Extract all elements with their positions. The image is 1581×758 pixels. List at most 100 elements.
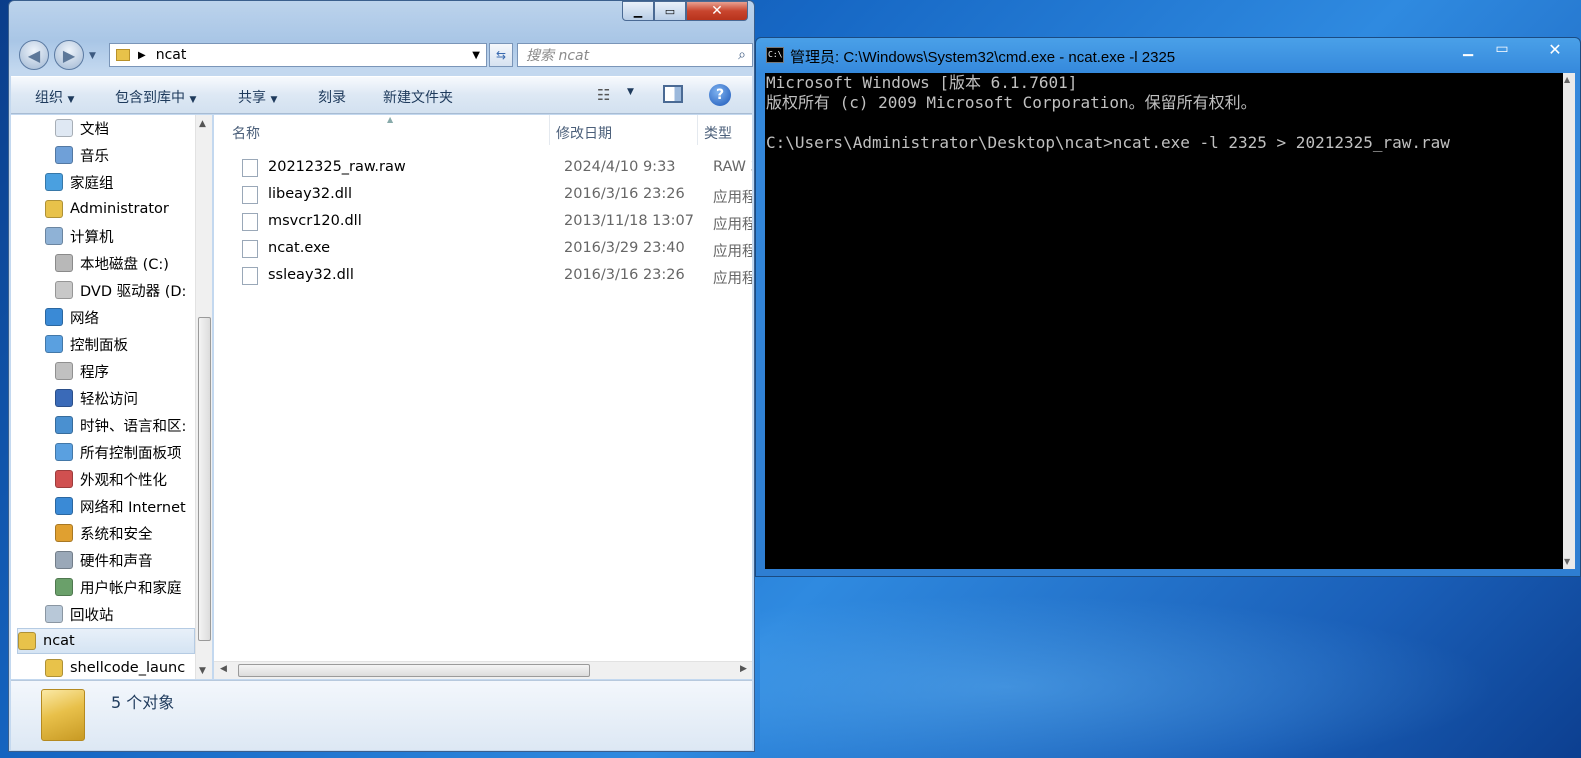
search-input[interactable]: 搜索 ncat ⌕ (517, 43, 753, 67)
include-library-menu[interactable]: 包含到库中 ▼ (115, 87, 196, 107)
nav-item[interactable]: 音乐 (55, 142, 109, 168)
column-header-row (214, 115, 752, 145)
nav-item[interactable]: 家庭组 (45, 169, 114, 195)
nav-item[interactable]: 用户帐户和家庭 (55, 574, 182, 600)
file-icon (242, 159, 258, 177)
file-row[interactable]: msvcr120.dll 2013/11/18 13:07 应用程 (234, 209, 752, 236)
close-button[interactable]: ✕ (686, 1, 748, 21)
nav-item[interactable]: 网络 (45, 304, 99, 330)
nav-item-label: ncat (43, 633, 75, 649)
organize-label: 组织 (35, 90, 63, 106)
file-date: 2016/3/16 23:26 (564, 186, 685, 202)
nav-item-label: 控制面板 (70, 337, 128, 354)
organize-menu[interactable]: 组织 ▼ (35, 87, 74, 107)
computer-icon (45, 227, 63, 245)
users-icon (55, 578, 73, 596)
file-list-hscrollbar[interactable]: ◀ ▶ (214, 661, 752, 679)
clock-icon (55, 416, 73, 434)
dll-file-icon (242, 213, 258, 231)
back-button[interactable]: ◀ (19, 40, 49, 70)
nav-item-label: shellcode_launc (70, 660, 186, 676)
help-icon[interactable]: ? (709, 84, 731, 106)
address-bar[interactable]: ▶ ncat ▼ (109, 43, 487, 67)
file-row[interactable]: ssleay32.dll 2016/3/16 23:26 应用程 (234, 263, 752, 290)
file-row[interactable]: libeay32.dll 2016/3/16 23:26 应用程 (234, 182, 752, 209)
scroll-down-icon[interactable]: ▼ (1564, 557, 1570, 566)
new-folder-button[interactable]: 新建文件夹 (383, 87, 453, 107)
nav-item[interactable]: shellcode_launc (45, 655, 185, 679)
nav-item[interactable]: 所有控制面板项 (55, 439, 182, 465)
column-separator[interactable] (697, 115, 698, 145)
cmd-minimize-button[interactable]: ▁ (1453, 38, 1483, 60)
nav-item[interactable]: 轻松访问 (55, 385, 138, 411)
scroll-up-icon[interactable]: ▲ (1564, 75, 1570, 84)
minimize-button[interactable]: ▁ (622, 1, 654, 21)
programs-icon (55, 362, 73, 380)
details-pane: 5 个对象 (11, 680, 752, 750)
nav-item-label: 网络 (70, 310, 99, 327)
file-row[interactable]: 20212325_raw.raw 2024/4/10 9:33 RAW 3 (234, 155, 752, 182)
desktop-background (760, 580, 1581, 758)
nav-item[interactable]: 计算机 (45, 223, 114, 249)
file-row[interactable]: ncat.exe 2016/3/29 23:40 应用程 (234, 236, 752, 263)
hscrollbar-thumb[interactable] (238, 664, 590, 677)
file-type: 应用程 (713, 271, 752, 287)
music-icon (55, 146, 73, 164)
nav-item[interactable]: 回收站 (45, 601, 114, 627)
nav-item-label: 用户帐户和家庭 (80, 580, 182, 597)
column-modified[interactable]: 修改日期 (556, 123, 612, 143)
nav-item[interactable]: 系统和安全 (55, 520, 153, 546)
console-scrollbar[interactable]: ▲ ▼ (1563, 73, 1575, 569)
network-internet-icon (55, 497, 73, 515)
scroll-down-icon[interactable]: ▼ (199, 666, 206, 676)
nav-item[interactable]: 本地磁盘 (C:) (55, 250, 169, 276)
nav-item[interactable]: 外观和个性化 (55, 466, 167, 492)
nav-item[interactable]: 硬件和声音 (55, 547, 153, 573)
file-date: 2024/4/10 9:33 (564, 159, 676, 175)
cmd-maximize-button[interactable]: ▭ (1487, 38, 1517, 60)
cmd-window: C:\ 管理员: C:\Windows\System32\cmd.exe - n… (755, 37, 1581, 577)
dropdown-arrow-icon: ▼ (67, 95, 75, 105)
share-menu[interactable]: 共享 ▼ (238, 87, 277, 107)
nav-item[interactable]: DVD 驱动器 (D: (55, 277, 186, 303)
forward-button[interactable]: ▶ (54, 40, 84, 70)
back-arrow-icon: ◀ (27, 45, 41, 65)
search-icon: ⌕ (738, 47, 746, 63)
refresh-button[interactable]: ⇆ (489, 43, 513, 67)
view-options-icon[interactable]: ☷ (597, 86, 610, 104)
column-separator[interactable] (549, 115, 550, 145)
file-date: 2013/11/18 13:07 (564, 213, 694, 229)
include-library-label: 包含到库中 (115, 90, 185, 106)
address-dropdown-icon[interactable]: ▼ (472, 50, 480, 61)
scroll-left-icon[interactable]: ◀ (220, 664, 227, 674)
console-output[interactable]: Microsoft Windows [版本 6.1.7601] 版权所有 (c) … (765, 73, 1563, 569)
nav-item-label: 回收站 (70, 607, 114, 624)
nav-item[interactable]: 时钟、语言和区: (55, 412, 186, 438)
column-name[interactable]: 名称 (232, 123, 260, 143)
navigation-scrollbar[interactable]: ▲ ▼ (195, 115, 212, 679)
burn-button[interactable]: 刻录 (318, 87, 346, 107)
nav-item[interactable]: 控制面板 (45, 331, 128, 357)
maximize-button[interactable]: ▭ (654, 1, 686, 21)
nav-item[interactable]: Administrator (45, 196, 169, 222)
nav-item[interactable]: 网络和 Internet (55, 493, 186, 519)
column-type[interactable]: 类型 (704, 123, 732, 143)
control-panel-items-icon (55, 443, 73, 461)
nav-item[interactable]: 程序 (55, 358, 109, 384)
file-type: 应用程 (713, 190, 752, 206)
preview-pane-icon[interactable] (663, 85, 683, 103)
scrollbar-thumb[interactable] (198, 317, 211, 641)
breadcrumb-arrow-icon[interactable]: ▶ (138, 50, 146, 61)
cmd-close-button[interactable]: ✕ (1535, 38, 1575, 60)
nav-item[interactable]: ncat (17, 628, 195, 654)
hardware-icon (55, 551, 73, 569)
explorer-window-controls: ▁ ▭ ✕ (622, 1, 748, 21)
scroll-up-icon[interactable]: ▲ (199, 119, 206, 129)
recent-pages-icon[interactable]: ▼ (89, 51, 96, 61)
view-dropdown-icon[interactable]: ▼ (627, 87, 634, 97)
file-type: 应用程 (713, 244, 752, 260)
file-name: libeay32.dll (268, 186, 352, 202)
scroll-right-icon[interactable]: ▶ (740, 664, 747, 674)
nav-item[interactable]: 文档 (55, 115, 109, 141)
